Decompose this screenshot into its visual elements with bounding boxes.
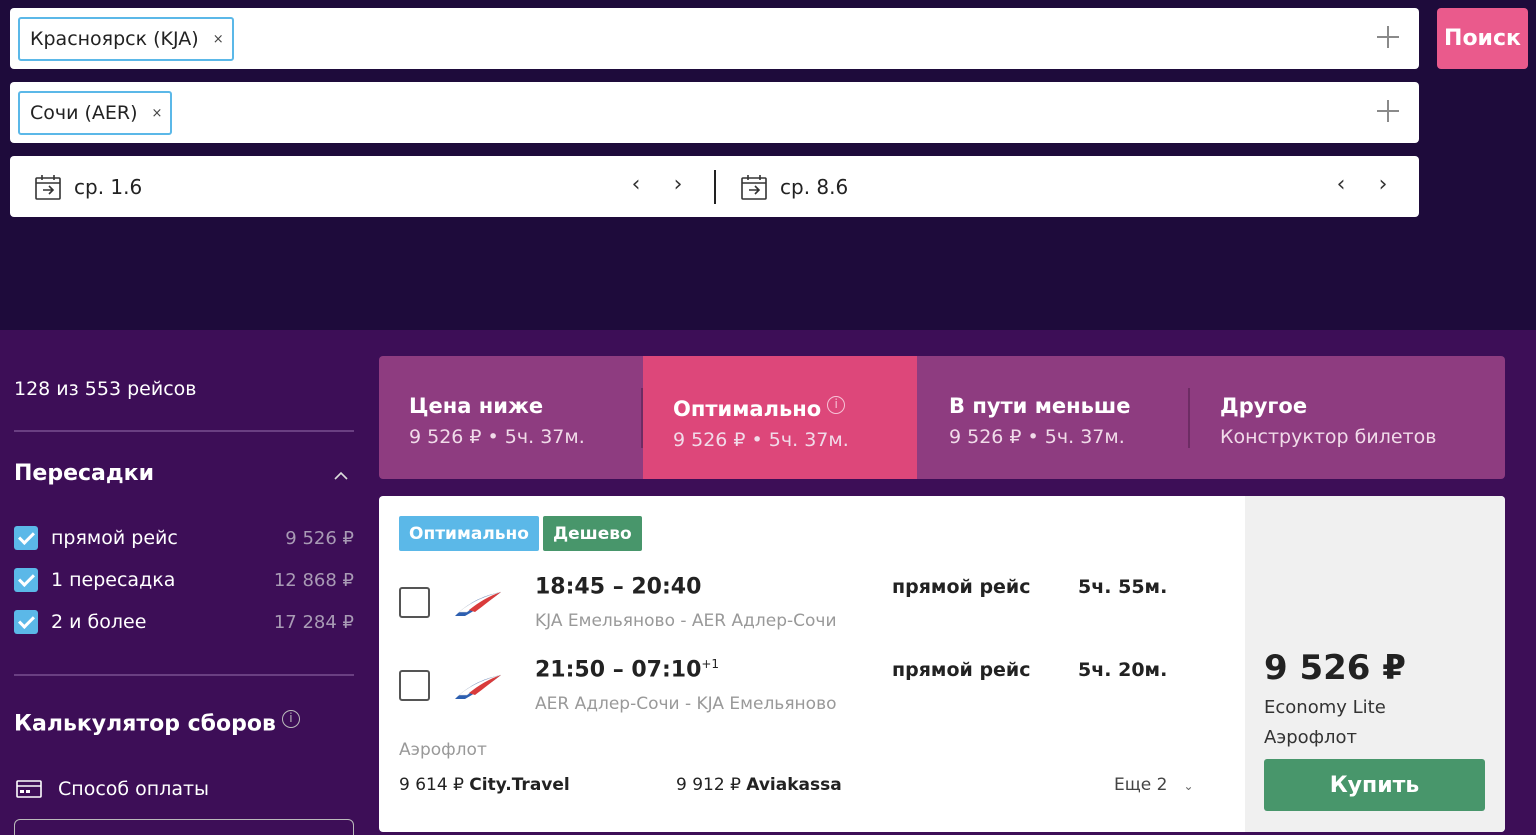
agent-price: 9 614 ₽: [399, 775, 464, 795]
origin-field[interactable]: Красноярск (KJA) ×: [10, 8, 1419, 69]
agent-offer[interactable]: 9 614 ₽ City.Travel: [399, 775, 570, 795]
calendar-icon: [35, 175, 61, 200]
search-button[interactable]: Поиск: [1437, 8, 1528, 69]
sort-tabs: Цена ниже 9 526 ₽ • 5ч. 37м. Оптимально i…: [379, 356, 1505, 479]
segment-checkbox[interactable]: [399, 587, 430, 618]
filter-label: прямой рейс: [51, 527, 178, 549]
payment-method: Способ оплаты: [16, 778, 209, 800]
origin-chip-remove-icon[interactable]: ×: [213, 32, 224, 47]
sidebar-divider: [14, 674, 354, 676]
segment-route: AER Адлер-Сочи - KJA Емельяново: [535, 694, 837, 714]
segment-route: KJA Емельяново - AER Адлер-Сочи: [535, 611, 837, 631]
carrier-name: Аэрофлот: [1264, 727, 1358, 748]
segment-time-label: 18:45 – 20:40: [535, 574, 702, 600]
return-date-label: ср. 8.6: [780, 175, 849, 199]
buy-button[interactable]: Купить: [1264, 759, 1485, 811]
agent-name: City.Travel: [469, 775, 570, 795]
filter-price: 9 526 ₽: [285, 527, 354, 549]
destination-chip-remove-icon[interactable]: ×: [152, 106, 163, 121]
ticket-price: 9 526 ₽: [1264, 648, 1406, 688]
airline-name: Аэрофлот: [399, 740, 487, 760]
info-icon[interactable]: i: [281, 710, 300, 728]
filter-direct-checkbox[interactable]: [14, 526, 38, 550]
chevron-up-icon[interactable]: [333, 468, 349, 484]
tab-cheaper[interactable]: Цена ниже 9 526 ₽ • 5ч. 37м.: [379, 356, 641, 479]
payment-method-label: Способ оплаты: [58, 778, 210, 800]
destination-chip-label: Сочи (AER): [30, 102, 138, 124]
info-icon[interactable]: i: [827, 396, 846, 414]
tab-subtitle: Конструктор билетов: [1220, 426, 1437, 448]
tab-subtitle: 9 526 ₽ • 5ч. 37м.: [673, 429, 849, 451]
segment-checkbox[interactable]: [399, 670, 430, 701]
segment-type: прямой рейс: [892, 576, 1031, 598]
agent-offer[interactable]: 9 912 ₽ Aviakassa: [676, 775, 842, 795]
destination-field[interactable]: Сочи (AER) ×: [10, 82, 1419, 143]
segment-time: 18:45 – 20:40: [535, 574, 701, 599]
filter-price: 12 868 ₽: [273, 569, 354, 591]
aeroflot-logo-icon: [455, 674, 502, 699]
depart-date-label: ср. 1.6: [74, 175, 143, 199]
return-date-picker[interactable]: ср. 8.6: [740, 170, 848, 204]
return-date-arrows: ‹ ›: [1331, 172, 1393, 197]
tab-title-label: Оптимально: [673, 397, 822, 421]
calendar-icon: [741, 175, 767, 200]
return-prev-arrow-icon[interactable]: ‹: [1331, 172, 1351, 197]
filter-label: 1 пересадка: [51, 569, 176, 591]
return-next-arrow-icon[interactable]: ›: [1373, 172, 1393, 197]
fare-class: Economy Lite: [1264, 697, 1386, 718]
origin-chip-label: Красноярск (KJA): [30, 28, 199, 50]
chevron-down-icon: ⌄: [1183, 779, 1194, 793]
results-count: 128 из 553 рейсов: [14, 378, 197, 400]
agent-price: 9 912 ₽: [676, 775, 741, 795]
segment-time: 21:50 – 07:10+1: [535, 657, 719, 682]
fee-calculator-label: Калькулятор сборов: [14, 711, 276, 737]
depart-date-arrows: ‹ ›: [626, 172, 688, 197]
badge-optimal: Оптимально: [399, 516, 539, 551]
origin-chip: Красноярск (KJA) ×: [18, 17, 234, 61]
add-origin-plus-icon[interactable]: [1375, 24, 1401, 50]
depart-prev-arrow-icon[interactable]: ‹: [626, 172, 646, 197]
tab-optimal[interactable]: Оптимально i 9 526 ₽ • 5ч. 37м.: [643, 356, 917, 479]
payment-method-select[interactable]: [14, 819, 354, 835]
segment-time-label: 21:50 – 07:10: [535, 657, 702, 683]
filter-price: 17 284 ₽: [273, 611, 354, 633]
transfers-title: Пересадки: [14, 461, 155, 486]
aeroflot-logo-icon: [455, 591, 502, 616]
badge-cheap: Дешево: [543, 516, 642, 551]
search-header: Красноярск (KJA) × Сочи (AER) × ср. 1.6 …: [0, 0, 1536, 330]
fee-calculator-title: Калькулятор сборов i: [14, 710, 300, 736]
plus-day: +1: [701, 657, 720, 671]
depart-next-arrow-icon[interactable]: ›: [668, 172, 688, 197]
depart-date-picker[interactable]: ср. 1.6: [34, 170, 142, 204]
filter-direct[interactable]: прямой рейс 9 526 ₽: [14, 524, 354, 552]
more-offers-label: Еще 2: [1114, 775, 1168, 795]
tab-faster[interactable]: В пути меньше 9 526 ₽ • 5ч. 37м.: [919, 356, 1187, 479]
tab-other[interactable]: Другое Конструктор билетов: [1190, 356, 1505, 479]
segment-duration: 5ч. 20м.: [1078, 659, 1168, 681]
sidebar-divider: [14, 430, 354, 432]
filter-two-plus[interactable]: 2 и более 17 284 ₽: [14, 608, 354, 636]
agent-name: Aviakassa: [746, 775, 842, 795]
credit-card-icon: [16, 780, 42, 798]
dates-field: ср. 1.6 ‹ › ср. 8.6 ‹ ›: [10, 156, 1419, 217]
segment-type: прямой рейс: [892, 659, 1031, 681]
filter-label: 2 и более: [51, 611, 147, 633]
filter-one-stop-checkbox[interactable]: [14, 568, 38, 592]
add-destination-plus-icon[interactable]: [1375, 98, 1401, 124]
tab-title: Оптимально i: [673, 396, 917, 421]
flight-result-card: Оптимально Дешево 18:45 – 20:40 KJA Емел…: [379, 496, 1505, 832]
tab-title: Цена ниже: [409, 394, 544, 418]
tab-title: Другое: [1220, 394, 1308, 418]
more-offers-toggle[interactable]: Еще 2 ⌄: [1114, 775, 1194, 795]
tab-title: В пути меньше: [949, 394, 1131, 418]
tab-subtitle: 9 526 ₽ • 5ч. 37м.: [949, 426, 1125, 448]
tab-subtitle: 9 526 ₽ • 5ч. 37м.: [409, 426, 585, 448]
filter-one-stop[interactable]: 1 пересадка 12 868 ₽: [14, 566, 354, 594]
date-divider: [714, 170, 716, 204]
filter-two-plus-checkbox[interactable]: [14, 610, 38, 634]
destination-chip: Сочи (AER) ×: [18, 91, 173, 135]
segment-duration: 5ч. 55м.: [1078, 576, 1168, 598]
price-panel: 9 526 ₽ Economy Lite Аэрофлот Купить: [1245, 496, 1505, 832]
